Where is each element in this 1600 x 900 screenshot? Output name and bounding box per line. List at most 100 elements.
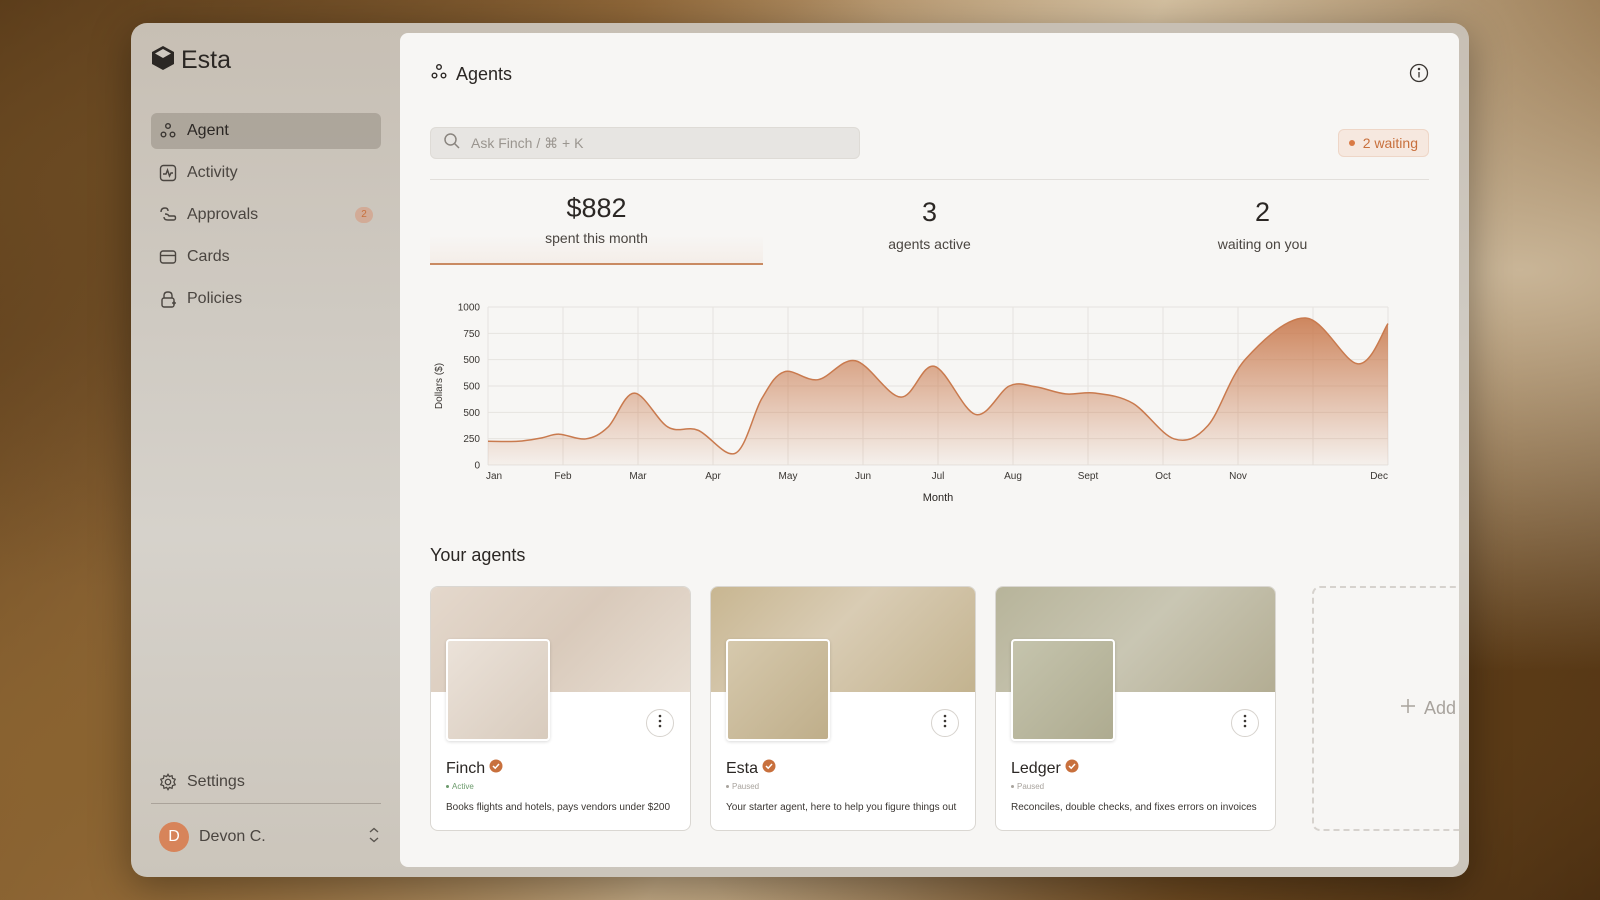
spend-chart: 0 250 500 500 500 750 1000 Jan Feb Mar Apr May Jun Ju… xyxy=(430,295,1429,515)
avatar: D xyxy=(159,822,189,852)
x-tick-label: Apr xyxy=(705,471,721,482)
status-dot xyxy=(446,785,449,788)
approvals-icon xyxy=(159,206,177,224)
y-tick-label: 0 xyxy=(474,461,480,472)
chevron-up-down-icon xyxy=(367,826,381,849)
waiting-badge[interactable]: 2 waiting xyxy=(1337,129,1429,157)
gear-icon xyxy=(159,773,177,791)
status-label: Paused xyxy=(1017,782,1045,791)
agent-avatar xyxy=(1011,639,1115,741)
agent-name-row: Ledger xyxy=(1011,759,1079,778)
sidebar-item-label: Cards xyxy=(187,248,230,265)
agent-card-ledger[interactable]: Ledger Paused Reconciles, double checks,… xyxy=(995,586,1276,831)
x-tick-label: Jun xyxy=(855,471,871,482)
x-tick-label: Feb xyxy=(554,471,572,482)
sidebar-divider xyxy=(151,803,381,804)
status-label: Active xyxy=(452,782,474,791)
user-menu[interactable]: D Devon C. xyxy=(159,820,381,854)
agent-cards: Finch Active Books flights and hotels, p… xyxy=(430,586,1459,831)
info-icon xyxy=(1409,63,1429,87)
sidebar-item-label: Agent xyxy=(187,122,229,139)
agent-status: Active xyxy=(446,782,474,791)
sidebar-item-label: Policies xyxy=(187,290,243,307)
verified-icon xyxy=(1065,759,1079,778)
stat-label: waiting on you xyxy=(1217,236,1308,252)
sidebar-item-cards[interactable]: Cards xyxy=(151,239,381,275)
add-agent-button[interactable]: Add xyxy=(1312,586,1459,831)
page-title: Agents xyxy=(456,64,513,84)
waiting-dot xyxy=(1348,140,1355,146)
activity-icon xyxy=(159,164,177,182)
settings-label: Settings xyxy=(187,773,245,790)
x-tick-label: Aug xyxy=(1004,471,1022,482)
lock-icon xyxy=(159,290,177,308)
page-header: Agents xyxy=(430,63,512,86)
y-tick-label: 250 xyxy=(463,434,480,445)
sidebar-item-approvals[interactable]: Approvals 2 xyxy=(151,197,381,233)
waiting-label: 2 waiting xyxy=(1362,135,1418,151)
settings-link[interactable]: Settings xyxy=(159,773,245,791)
sidebar-item-label: Activity xyxy=(187,164,238,181)
x-tick-label: Dec xyxy=(1370,471,1388,482)
x-axis-label: Month xyxy=(923,492,954,504)
agent-name-row: Esta xyxy=(726,759,776,778)
status-dot xyxy=(726,785,729,788)
search-bar[interactable] xyxy=(430,127,860,159)
x-tick-label: Jan xyxy=(486,471,502,482)
brand-name: Esta xyxy=(181,46,232,74)
card-menu-button[interactable] xyxy=(931,709,959,737)
x-tick-label: Nov xyxy=(1229,471,1247,482)
y-axis-label: Dollars ($) xyxy=(434,363,445,409)
sidebar-item-activity[interactable]: Activity xyxy=(151,155,381,191)
esta-logo-icon xyxy=(151,45,175,76)
agent-status: Paused xyxy=(1011,782,1044,791)
y-tick-label: 1000 xyxy=(458,303,481,314)
approvals-count-badge: 2 xyxy=(355,207,373,223)
agent-card-esta[interactable]: Esta Paused Your starter agent, here to … xyxy=(710,586,976,831)
stat-value: 2 xyxy=(1254,197,1271,227)
agent-description: Your starter agent, here to help you fig… xyxy=(726,802,957,813)
more-vertical-icon xyxy=(658,714,662,733)
x-tick-label: Sept xyxy=(1078,471,1099,482)
agent-name: Ledger xyxy=(1011,759,1061,777)
search-input[interactable] xyxy=(471,135,831,151)
plus-icon xyxy=(1400,698,1416,719)
x-tick-label: Jul xyxy=(932,471,945,482)
sidebar-nav: Agent Activity Approvals 2 Cards Policie… xyxy=(151,113,381,323)
status-dot xyxy=(1011,785,1014,788)
card-menu-button[interactable] xyxy=(1231,709,1259,737)
brand[interactable]: Esta xyxy=(151,45,231,76)
y-tick-label: 750 xyxy=(463,329,480,340)
agent-avatar xyxy=(446,639,550,741)
stat-spent[interactable]: $882 spent this month xyxy=(430,191,763,265)
agent-name: Finch xyxy=(446,759,486,777)
more-vertical-icon xyxy=(943,714,947,733)
stats-row: $882 spent this month 3 agents active 2 … xyxy=(430,191,1429,265)
y-tick-label: 500 xyxy=(463,408,480,419)
y-tick-label: 500 xyxy=(463,355,480,366)
card-menu-button[interactable] xyxy=(646,709,674,737)
card-icon xyxy=(159,248,177,266)
agents-icon xyxy=(430,63,448,86)
sidebar-item-label: Approvals xyxy=(187,206,259,223)
agent-description: Reconciles, double checks, and fixes err… xyxy=(1011,802,1257,813)
x-tick-label: Oct xyxy=(1155,471,1171,482)
info-button[interactable] xyxy=(1409,63,1429,83)
stat-label: spent this month xyxy=(545,230,648,246)
sidebar-item-policies[interactable]: Policies xyxy=(151,281,381,317)
agent-description: Books flights and hotels, pays vendors u… xyxy=(446,802,671,813)
sidebar: Esta Agent Activity Approvals 2 Cards Po… xyxy=(131,23,399,877)
stat-agents-active[interactable]: 3 agents active xyxy=(763,191,1096,265)
header-divider xyxy=(430,179,1429,180)
verified-icon xyxy=(489,759,503,778)
y-tick-label: 500 xyxy=(463,382,480,393)
stat-waiting[interactable]: 2 waiting on you xyxy=(1096,191,1429,265)
agent-name-row: Finch xyxy=(446,759,503,778)
stat-value: 3 xyxy=(921,197,938,227)
agent-name: Esta xyxy=(726,759,759,777)
agent-card-finch[interactable]: Finch Active Books flights and hotels, p… xyxy=(430,586,691,831)
verified-icon xyxy=(762,759,776,778)
sidebar-item-agent[interactable]: Agent xyxy=(151,113,381,149)
status-label: Paused xyxy=(732,782,760,791)
x-tick-label: Mar xyxy=(629,471,647,482)
